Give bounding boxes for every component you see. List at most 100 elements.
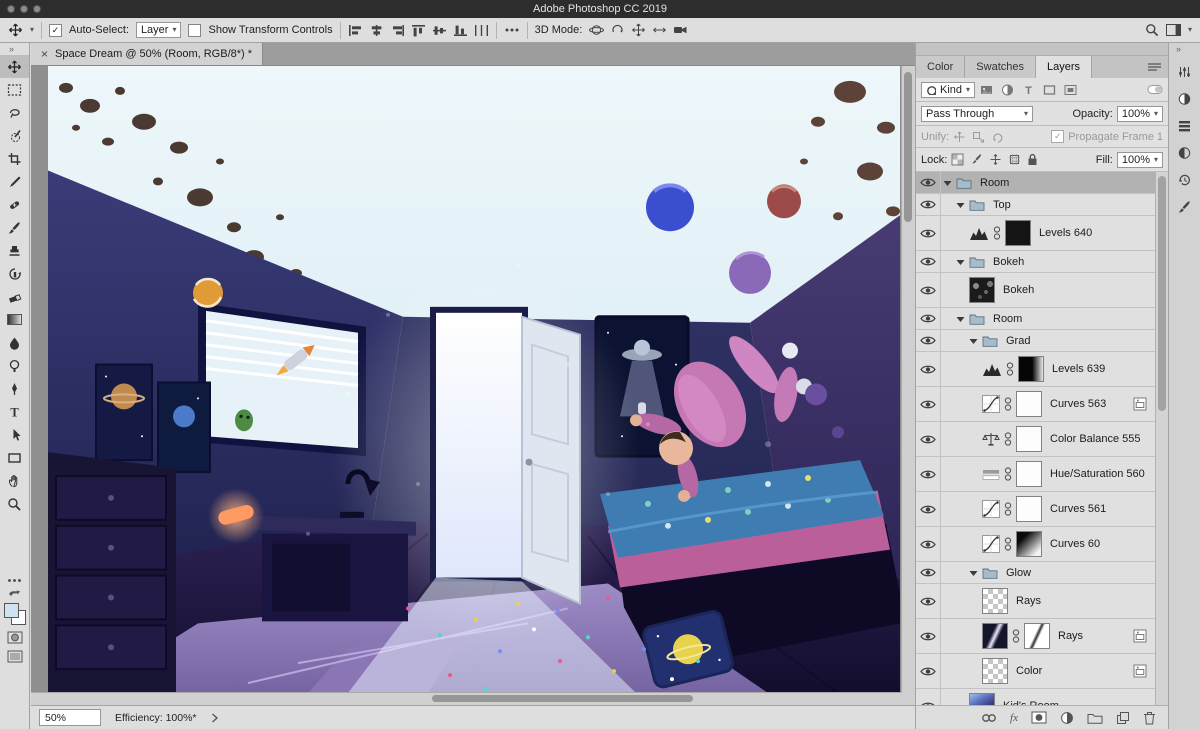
rectangle-tool[interactable] xyxy=(0,446,29,469)
chevron-down-icon[interactable] xyxy=(956,201,965,209)
panel-tab-color[interactable]: Color xyxy=(916,56,966,78)
hand-tool[interactable] xyxy=(0,469,29,492)
layer-name[interactable]: Room xyxy=(993,313,1022,325)
layer-mask-thumbnail[interactable] xyxy=(1016,391,1042,417)
chevron-down-icon[interactable] xyxy=(969,337,978,345)
layer-row-rays[interactable]: Rays xyxy=(916,619,1155,654)
canvas[interactable] xyxy=(31,66,915,705)
rectangular-marquee-tool[interactable] xyxy=(0,78,29,101)
window-zoom-button[interactable] xyxy=(33,5,41,13)
move-tool[interactable] xyxy=(0,55,29,78)
blur-tool[interactable] xyxy=(0,331,29,354)
panel-tab-layers[interactable]: Layers xyxy=(1036,56,1093,78)
visibility-toggle-eye-icon[interactable] xyxy=(916,457,941,491)
scrollbar-thumb[interactable] xyxy=(1158,176,1166,411)
layer-thumbnail[interactable] xyxy=(969,693,995,705)
align-top-icon[interactable] xyxy=(411,24,426,37)
layer-mask-thumbnail[interactable] xyxy=(1005,220,1031,246)
window-minimize-button[interactable] xyxy=(20,5,28,13)
panel-tab-swatches[interactable]: Swatches xyxy=(965,56,1036,78)
layer-thumbnail[interactable] xyxy=(969,277,995,303)
brush-tool[interactable] xyxy=(0,216,29,239)
layer-name[interactable]: Color Balance 555 xyxy=(1050,433,1141,445)
layer-row-kid-s-room[interactable]: Kid's Room xyxy=(916,689,1155,705)
crop-tool[interactable] xyxy=(0,147,29,170)
filter-smart-icon[interactable] xyxy=(1063,83,1078,97)
filter-type-icon[interactable]: T xyxy=(1021,83,1036,97)
eraser-tool[interactable] xyxy=(0,285,29,308)
auto-select-checkbox[interactable] xyxy=(49,23,63,37)
orbit-3d-icon[interactable] xyxy=(589,23,605,37)
chain-icon[interactable] xyxy=(1004,501,1012,517)
canvas-artwork[interactable] xyxy=(48,66,900,693)
layer-name[interactable]: Rays xyxy=(1016,595,1041,607)
filter-shape-icon[interactable] xyxy=(1042,83,1057,97)
layer-name[interactable]: Levels 640 xyxy=(1039,227,1092,239)
chain-icon[interactable] xyxy=(1006,361,1014,377)
visibility-toggle-eye-icon[interactable] xyxy=(916,689,941,705)
window-close-button[interactable] xyxy=(7,5,15,13)
layer-thumbnail[interactable] xyxy=(982,658,1008,684)
roll-3d-icon[interactable] xyxy=(610,23,625,37)
layer-name[interactable]: Top xyxy=(993,199,1011,211)
lasso-tool[interactable] xyxy=(0,101,29,124)
align-middle-icon[interactable] xyxy=(432,24,447,37)
status-menu-chevron-icon[interactable] xyxy=(211,712,219,723)
layer-row-top[interactable]: Top xyxy=(916,194,1155,216)
brushes-panel-icon[interactable] xyxy=(1169,193,1200,220)
distribute-h-icon[interactable] xyxy=(474,24,489,37)
layer-row-grad[interactable]: Grad xyxy=(916,330,1155,352)
healing-brush-tool[interactable] xyxy=(0,193,29,216)
pen-tool[interactable] xyxy=(0,377,29,400)
gradient-tool[interactable] xyxy=(0,308,29,331)
type-tool[interactable]: T xyxy=(0,400,29,423)
collapse-toolbar-icon[interactable]: » xyxy=(0,43,29,55)
new-adjustment-icon[interactable] xyxy=(1060,711,1074,725)
layer-row-bokeh[interactable]: Bokeh xyxy=(916,273,1155,308)
current-tool-icon[interactable] xyxy=(8,23,23,37)
align-left-icon[interactable] xyxy=(348,24,363,37)
layer-name[interactable]: Curves 561 xyxy=(1050,503,1106,515)
visibility-toggle-eye-icon[interactable] xyxy=(916,352,941,386)
quick-selection-tool[interactable] xyxy=(0,124,29,147)
scrollbar-thumb[interactable] xyxy=(904,72,912,222)
layer-row-color-balance-555[interactable]: Color Balance 555 xyxy=(916,422,1155,457)
new-layer-icon[interactable] xyxy=(1116,711,1130,725)
layer-row-levels-639[interactable]: Levels 639 xyxy=(916,352,1155,387)
close-tab-icon[interactable]: × xyxy=(41,48,48,60)
propagate-frame-checkbox[interactable] xyxy=(1051,130,1065,143)
layer-row-room[interactable]: Room xyxy=(916,172,1155,194)
visibility-toggle-eye-icon[interactable] xyxy=(916,172,941,193)
layer-thumbnail[interactable] xyxy=(982,588,1008,614)
layer-row-rays[interactable]: Rays xyxy=(916,584,1155,619)
visibility-toggle-eye-icon[interactable] xyxy=(916,584,941,618)
foreground-color-swatch[interactable] xyxy=(3,603,19,618)
visibility-toggle-eye-icon[interactable] xyxy=(916,527,941,561)
chain-icon[interactable] xyxy=(993,225,1001,241)
lock-paint-icon[interactable] xyxy=(970,153,983,166)
layer-row-glow[interactable]: Glow xyxy=(916,562,1155,584)
lock-position-icon[interactable] xyxy=(989,153,1002,166)
visibility-toggle-eye-icon[interactable] xyxy=(916,387,941,421)
properties-panel-icon[interactable] xyxy=(1169,58,1200,85)
visibility-toggle-eye-icon[interactable] xyxy=(916,273,941,307)
layer-name[interactable]: Grad xyxy=(1006,335,1030,347)
layer-name[interactable]: Bokeh xyxy=(1003,284,1034,296)
scrollbar-thumb[interactable] xyxy=(431,695,693,702)
layer-row-levels-640[interactable]: Levels 640 xyxy=(916,216,1155,251)
layer-row-bokeh[interactable]: Bokeh xyxy=(916,251,1155,273)
chevron-down-icon[interactable] xyxy=(956,258,965,266)
lock-transparent-icon[interactable] xyxy=(951,153,964,166)
dodge-tool[interactable] xyxy=(0,354,29,377)
layer-name[interactable]: Color xyxy=(1016,665,1042,677)
layer-mask-thumbnail[interactable] xyxy=(1016,461,1042,487)
layer-row-curves-60[interactable]: Curves 60 xyxy=(916,527,1155,562)
layer-mask-thumbnail[interactable] xyxy=(1016,531,1042,557)
delete-layer-icon[interactable] xyxy=(1143,711,1156,725)
visibility-toggle-eye-icon[interactable] xyxy=(916,216,941,250)
fill-field[interactable]: 100% ▾ xyxy=(1116,151,1163,168)
color-swatches[interactable] xyxy=(3,603,26,625)
color-panel-icon[interactable] xyxy=(1169,139,1200,166)
search-icon[interactable] xyxy=(1145,23,1159,37)
canvas-horizontal-scrollbar[interactable] xyxy=(31,692,902,705)
